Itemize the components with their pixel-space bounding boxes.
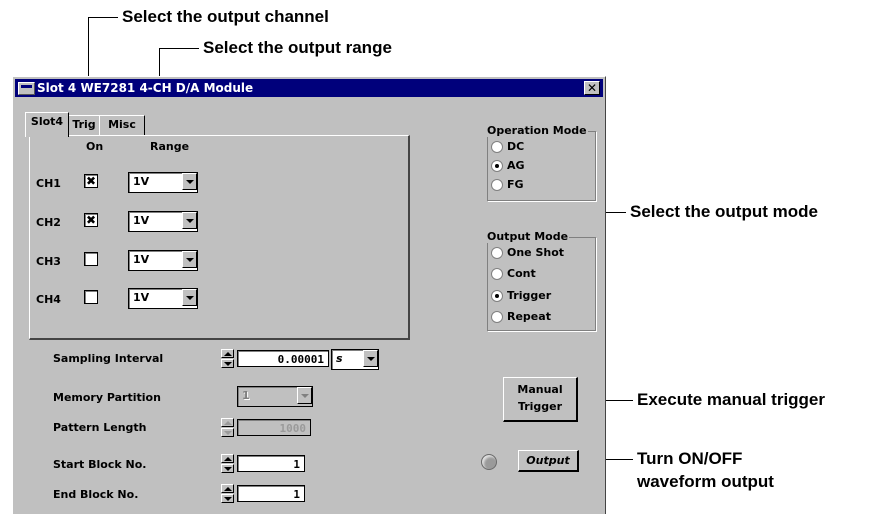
chevron-down-icon[interactable]: [182, 212, 197, 229]
on-column-header: On: [86, 140, 104, 153]
outmode-cont-radio[interactable]: [491, 268, 503, 280]
memory-partition-select[interactable]: 1: [237, 386, 313, 407]
window-title: Slot 4 WE7281 4-CH D/A Module: [37, 81, 254, 95]
outmode-repeat-radio[interactable]: [491, 311, 503, 323]
chevron-down-icon[interactable]: [182, 173, 197, 190]
ch2-label: CH2: [36, 216, 61, 229]
ch4-range-value: 1V: [133, 291, 150, 304]
leader-range-h: [159, 48, 199, 49]
opmode-fg-label[interactable]: FG: [507, 178, 524, 191]
annotation-select-mode: Select the output mode: [630, 202, 818, 221]
outmode-cont-label[interactable]: Cont: [507, 267, 536, 280]
operation-mode-group: Operation Mode DC AG FG: [486, 124, 596, 201]
start-block-stepper[interactable]: [221, 454, 234, 473]
end-block-input[interactable]: 1: [237, 485, 305, 502]
spin-up-icon[interactable]: [221, 454, 234, 463]
sampling-unit-value: s: [336, 352, 343, 365]
spin-down-icon[interactable]: [221, 428, 234, 437]
spin-down-icon[interactable]: [221, 464, 234, 473]
operation-mode-title: Operation Mode: [486, 124, 588, 137]
opmode-ag-radio[interactable]: [491, 160, 503, 172]
ch2-range-select[interactable]: 1V: [128, 211, 198, 232]
ch3-on-checkbox[interactable]: [84, 252, 98, 266]
opmode-dc-radio[interactable]: [491, 141, 503, 153]
tab-misc[interactable]: Misc: [99, 115, 145, 136]
annotation-select-channel: Select the output channel: [122, 7, 329, 26]
opmode-dc-label[interactable]: DC: [507, 140, 524, 153]
tab-trig[interactable]: Trig: [66, 115, 102, 136]
ch1-on-checkbox[interactable]: ✖: [84, 174, 98, 188]
outmode-trigger-label[interactable]: Trigger: [507, 289, 551, 302]
ch3-label: CH3: [36, 255, 61, 268]
ch1-range-value: 1V: [133, 175, 150, 188]
chevron-down-icon[interactable]: [182, 251, 197, 268]
range-column-header: Range: [150, 140, 190, 153]
memory-partition-value: 1: [242, 389, 250, 402]
manual-trigger-button[interactable]: Manual Trigger: [503, 377, 578, 422]
annotation-turn-output-line1: Turn ON/OFF: [637, 449, 743, 468]
ch3-range-select[interactable]: 1V: [128, 250, 198, 271]
title-bar[interactable]: Slot 4 WE7281 4-CH D/A Module ✕: [15, 79, 603, 97]
chevron-down-icon[interactable]: [182, 289, 197, 306]
close-icon[interactable]: ✕: [584, 81, 600, 95]
chevron-down-icon[interactable]: [363, 350, 378, 367]
ch4-label: CH4: [36, 293, 61, 306]
output-button-label: Output: [526, 454, 570, 467]
annotation-turn-output-line2: waveform output: [637, 472, 774, 491]
ch2-range-value: 1V: [133, 214, 150, 227]
spin-up-icon[interactable]: [221, 349, 234, 358]
sampling-interval-label: Sampling Interval: [53, 352, 164, 365]
ch3-range-value: 1V: [133, 253, 150, 266]
outmode-repeat-label[interactable]: Repeat: [507, 310, 551, 323]
sampling-unit-select[interactable]: s: [331, 349, 379, 370]
output-led-indicator: [481, 454, 497, 470]
annotation-select-range: Select the output range: [203, 38, 392, 57]
output-mode-title: Output Mode: [486, 230, 570, 243]
outmode-oneshot-label[interactable]: One Shot: [507, 246, 564, 259]
start-block-label: Start Block No.: [53, 458, 147, 471]
tab-slot4[interactable]: Slot4: [25, 112, 69, 137]
tab-panel-slot4: On Range CH1 ✖ 1V CH2 ✖ 1V CH3 1V CH4 1V: [29, 135, 410, 340]
sampling-interval-input[interactable]: 0.00001: [237, 350, 329, 367]
ch1-label: CH1: [36, 177, 61, 190]
pattern-length-stepper[interactable]: [221, 418, 234, 437]
spin-up-icon[interactable]: [221, 418, 234, 427]
output-button[interactable]: Output: [518, 450, 579, 472]
ch4-on-checkbox[interactable]: [84, 290, 98, 304]
ch1-range-select[interactable]: 1V: [128, 172, 198, 193]
ch4-range-select[interactable]: 1V: [128, 288, 198, 309]
ch2-on-checkbox[interactable]: ✖: [84, 213, 98, 227]
leader-channel-h: [88, 17, 118, 18]
window-system-icon[interactable]: [18, 82, 35, 95]
spin-down-icon[interactable]: [221, 359, 234, 368]
end-block-stepper[interactable]: [221, 484, 234, 503]
start-block-input[interactable]: 1: [237, 455, 305, 472]
end-block-label: End Block No.: [53, 488, 139, 501]
outmode-oneshot-radio[interactable]: [491, 247, 503, 259]
sampling-interval-stepper[interactable]: [221, 349, 234, 368]
manual-trigger-label-line1: Manual: [517, 383, 563, 396]
spin-down-icon[interactable]: [221, 494, 234, 503]
annotation-manual-trigger: Execute manual trigger: [637, 390, 826, 409]
output-mode-group: Output Mode One Shot Cont Trigger Repeat: [486, 230, 596, 331]
memory-partition-label: Memory Partition: [53, 391, 161, 404]
opmode-fg-radio[interactable]: [491, 179, 503, 191]
manual-trigger-label-line2: Trigger: [517, 400, 563, 413]
pattern-length-label: Pattern Length: [53, 421, 147, 434]
opmode-ag-label[interactable]: AG: [507, 159, 525, 172]
pattern-length-input[interactable]: 1000: [237, 419, 311, 436]
dialog-window: Slot 4 WE7281 4-CH D/A Module ✕ Slot4 Tr…: [12, 76, 606, 514]
outmode-trigger-radio[interactable]: [491, 290, 503, 302]
chevron-down-icon[interactable]: [297, 387, 312, 404]
spin-up-icon[interactable]: [221, 484, 234, 493]
